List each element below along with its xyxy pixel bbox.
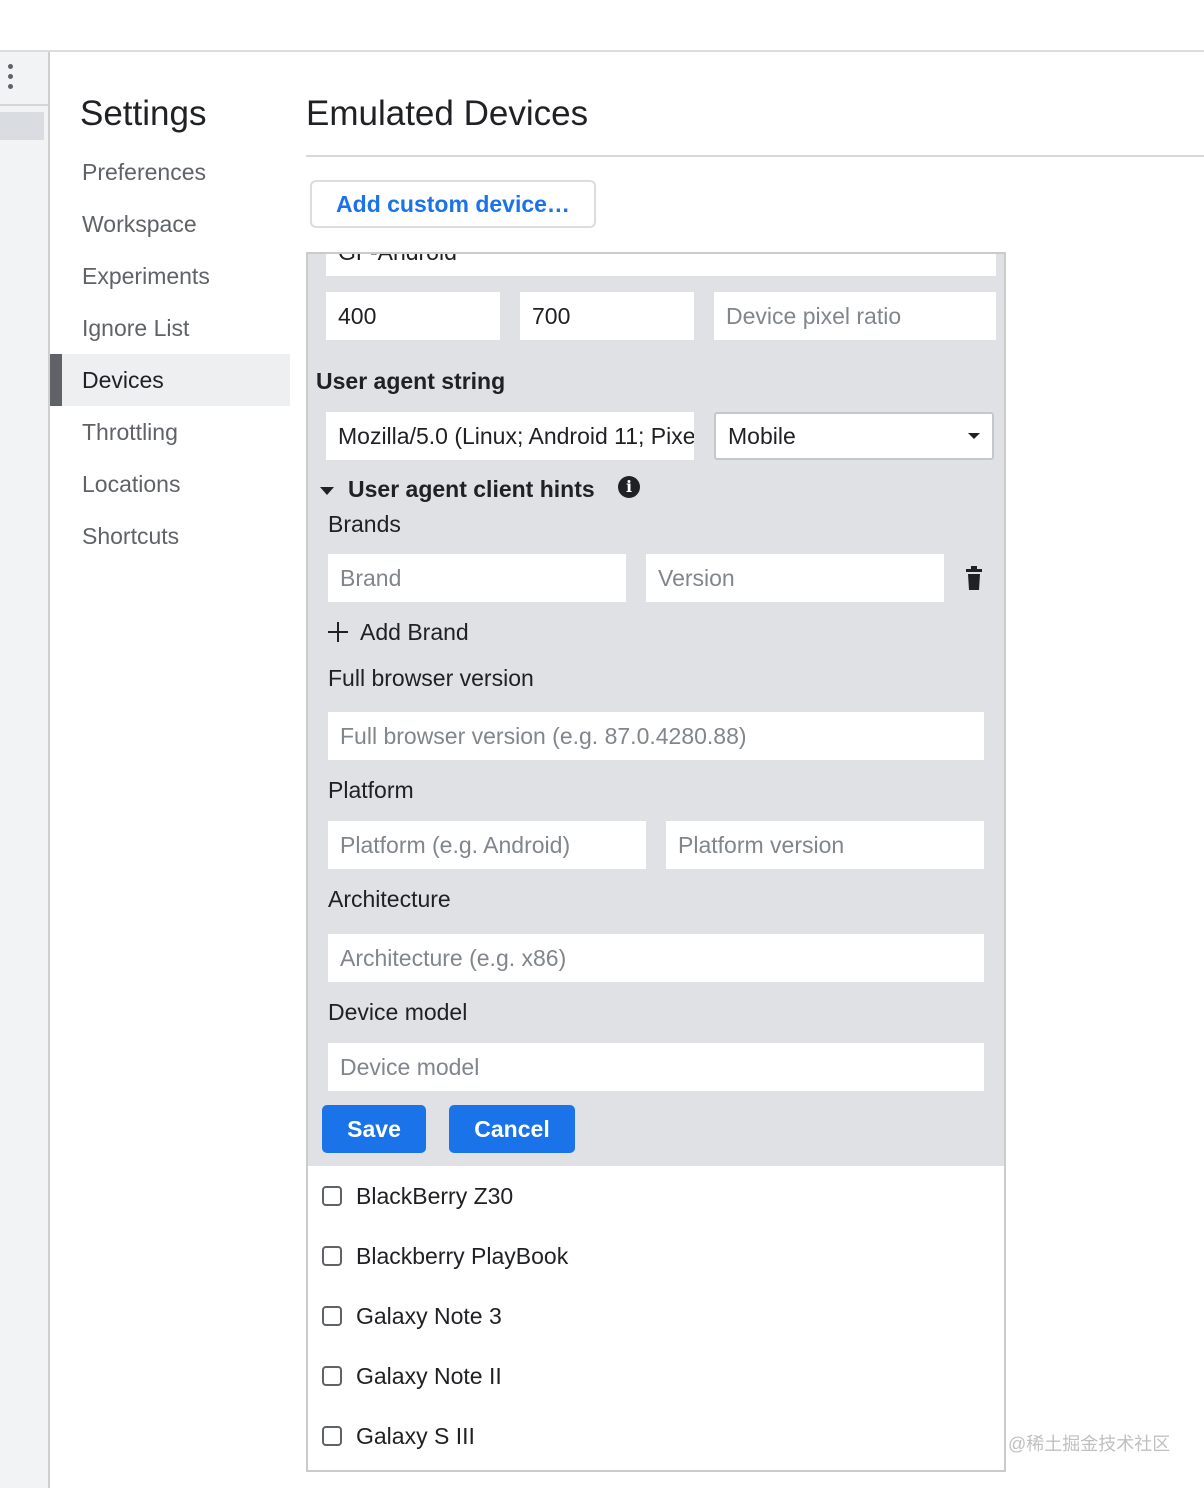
sidebar-item-preferences[interactable]: Preferences (50, 146, 290, 198)
architecture-label: Architecture (328, 886, 451, 912)
device-model-label: Device model (328, 999, 468, 1025)
device-model-input[interactable]: Device model (328, 1043, 984, 1091)
list-item[interactable]: Galaxy Note 3 (322, 1296, 502, 1336)
save-button[interactable]: Save (322, 1105, 426, 1153)
list-item[interactable]: Blackberry PlayBook (322, 1236, 568, 1276)
user-agent-type-value: Mobile (728, 423, 796, 449)
add-brand-button[interactable]: Add Brand (360, 619, 469, 646)
strip-selected-tab[interactable] (0, 112, 44, 140)
version-input[interactable]: Version (646, 554, 944, 602)
user-agent-label: User agent string (316, 368, 506, 394)
settings-title: Settings (80, 94, 207, 133)
device-label: Galaxy Note 3 (356, 1302, 502, 1329)
add-custom-device-button[interactable]: Add custom device… (310, 180, 596, 228)
device-label: Galaxy S III (356, 1422, 475, 1449)
device-checkbox[interactable] (322, 1426, 342, 1446)
watermark: @稀土掘金技术社区 (1008, 1434, 1171, 1454)
page-title: Emulated Devices (306, 94, 589, 133)
more-options-icon[interactable] (4, 64, 16, 96)
sidebar-item-throttling[interactable]: Throttling (50, 406, 290, 458)
platform-input[interactable]: Platform (e.g. Android) (328, 821, 646, 869)
platform-label: Platform (328, 777, 414, 803)
collapse-triangle-icon[interactable] (320, 487, 334, 495)
plus-icon[interactable] (328, 622, 348, 642)
list-item[interactable]: Galaxy Note II (322, 1356, 502, 1396)
full-version-input[interactable]: Full browser version (e.g. 87.0.4280.88) (328, 712, 984, 760)
device-checkbox[interactable] (322, 1306, 342, 1326)
title-divider (306, 155, 1204, 157)
list-item[interactable]: BlackBerry Z30 (322, 1176, 513, 1216)
sidebar-item-locations[interactable]: Locations (50, 458, 290, 510)
device-name-input[interactable]: GF-Android (326, 254, 996, 276)
list-item[interactable]: Galaxy S III (322, 1416, 475, 1456)
full-version-label: Full browser version (328, 665, 534, 691)
sidebar-item-shortcuts[interactable]: Shortcuts (50, 510, 290, 562)
device-label: BlackBerry Z30 (356, 1182, 514, 1209)
chevron-down-icon (968, 433, 980, 439)
height-input[interactable]: 700 (520, 292, 694, 340)
trash-icon[interactable] (966, 566, 982, 590)
width-input[interactable]: 400 (326, 292, 500, 340)
left-drawer-strip (0, 52, 50, 1488)
brand-input[interactable]: Brand (328, 554, 626, 602)
architecture-input[interactable]: Architecture (e.g. x86) (328, 934, 984, 982)
device-checkbox[interactable] (322, 1366, 342, 1386)
device-label: Blackberry PlayBook (356, 1242, 569, 1269)
sidebar-item-ignore-list[interactable]: Ignore List (50, 302, 290, 354)
user-agent-input[interactable]: Mozilla/5.0 (Linux; Android 11; Pixel 5) (326, 412, 694, 460)
device-label: Galaxy Note II (356, 1362, 502, 1389)
device-editor: GF-Android 400 700 Device pixel ratio Us… (306, 252, 1006, 1166)
platform-version-input[interactable]: Platform version (666, 821, 984, 869)
device-pixel-ratio-input[interactable]: Device pixel ratio (714, 292, 996, 340)
info-icon[interactable]: i (618, 476, 640, 498)
device-checkbox[interactable] (322, 1246, 342, 1266)
cancel-button[interactable]: Cancel (449, 1105, 575, 1153)
top-bar (0, 0, 1204, 52)
client-hints-label[interactable]: User agent client hints (348, 476, 595, 503)
strip-divider (0, 104, 48, 106)
sidebar-item-devices[interactable]: Devices (50, 354, 290, 406)
brands-label: Brands (328, 511, 401, 537)
device-list: BlackBerry Z30 Blackberry PlayBook Galax… (306, 1166, 1006, 1472)
sidebar-item-workspace[interactable]: Workspace (50, 198, 290, 250)
sidebar-item-experiments[interactable]: Experiments (50, 250, 290, 302)
user-agent-type-select[interactable]: Mobile (714, 412, 994, 460)
device-checkbox[interactable] (322, 1186, 342, 1206)
